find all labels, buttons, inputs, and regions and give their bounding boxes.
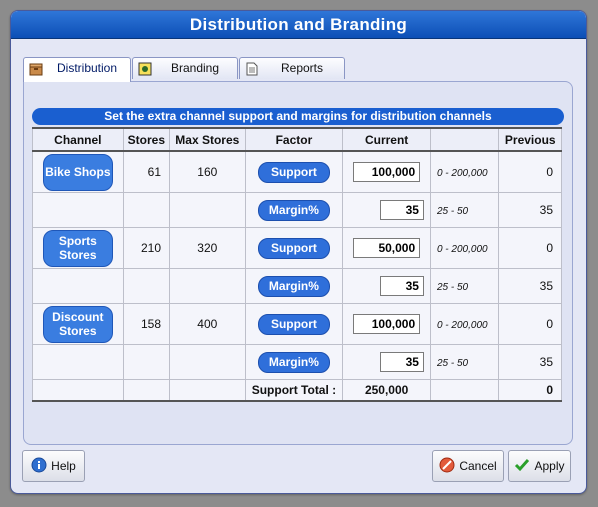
table-header-row: Channel Stores Max Stores Factor Current… [32, 127, 562, 152]
stores-value: 210 [122, 227, 171, 269]
table-row: Bike Shops 61 160 Support 0 - 200,000 0 [32, 150, 562, 193]
cancel-icon [439, 457, 455, 476]
col-current: Current [342, 127, 431, 152]
image-icon [138, 62, 152, 76]
margin-previous: 35 [498, 192, 562, 228]
checkmark-icon [514, 457, 530, 476]
table-row: Sports Stores 210 320 Support 0 - 200,00… [32, 227, 562, 269]
col-stores: Stores [122, 127, 171, 152]
margin-factor-button[interactable]: Margin% [257, 275, 330, 297]
margin-previous: 35 [498, 268, 562, 304]
margin-previous: 35 [498, 344, 562, 380]
apply-label: Apply [534, 459, 565, 473]
tab-reports-label: Reports [280, 61, 324, 75]
tab-distribution-label: Distribution [56, 61, 118, 75]
table-row: Margin% 25 - 50 35 [32, 192, 562, 228]
margin-factor-button[interactable]: Margin% [257, 199, 330, 221]
channel-button-sports-stores[interactable]: Sports Stores [42, 229, 113, 267]
support-total-label: Support Total : [244, 379, 344, 402]
support-previous: 0 [498, 227, 562, 269]
help-button[interactable]: Help [22, 450, 85, 482]
channel-button-discount-stores[interactable]: Discount Stores [42, 305, 113, 343]
distribution-table: Channel Stores Max Stores Factor Current… [32, 127, 562, 402]
max-stores-value: 160 [169, 150, 246, 193]
tab-branding[interactable]: Branding [132, 57, 238, 79]
support-range: 0 - 200,000 [436, 168, 488, 179]
tab-distribution[interactable]: Distribution [23, 57, 131, 82]
support-input[interactable] [353, 238, 421, 258]
support-input[interactable] [353, 162, 421, 182]
document-icon [245, 62, 259, 76]
tab-branding-label: Branding [170, 61, 220, 75]
col-max-stores: Max Stores [169, 127, 246, 152]
max-stores-value: 320 [169, 227, 246, 269]
margin-input[interactable] [379, 200, 424, 220]
support-total-value: 250,000 [342, 379, 431, 402]
cancel-label: Cancel [459, 459, 497, 473]
info-icon [31, 457, 47, 476]
box-icon [29, 62, 43, 76]
col-previous: Previous [498, 127, 562, 152]
stores-value: 158 [122, 303, 171, 345]
support-range: 0 - 200,000 [436, 320, 488, 331]
margin-factor-button[interactable]: Margin% [257, 351, 330, 373]
distribution-panel: Set the extra channel support and margin… [23, 81, 573, 445]
support-previous: 0 [498, 303, 562, 345]
apply-button[interactable]: Apply [508, 450, 571, 482]
margin-range: 25 - 50 [436, 206, 469, 217]
col-factor: Factor [244, 127, 344, 152]
cancel-button[interactable]: Cancel [432, 450, 504, 482]
margin-range: 25 - 50 [436, 358, 469, 369]
margin-input[interactable] [379, 276, 424, 296]
max-stores-value: 400 [169, 303, 246, 345]
stores-value: 61 [122, 150, 171, 193]
support-factor-button[interactable]: Support [257, 313, 330, 335]
support-input[interactable] [353, 314, 421, 334]
total-row: Support Total : 250,000 0 [32, 379, 562, 402]
table-row: Discount Stores 158 400 Support 0 - 200,… [32, 303, 562, 345]
instructions-banner: Set the extra channel support and margin… [32, 108, 564, 125]
col-channel: Channel [32, 127, 124, 152]
support-previous: 0 [498, 150, 562, 193]
support-range: 0 - 200,000 [436, 244, 488, 255]
table-row: Margin% 25 - 50 35 [32, 268, 562, 304]
margin-range: 25 - 50 [436, 282, 469, 293]
col-range [429, 127, 500, 152]
distribution-dialog: Distribution and Branding Distribution B… [10, 10, 587, 494]
support-total-previous: 0 [498, 379, 562, 402]
support-factor-button[interactable]: Support [257, 237, 330, 259]
support-factor-button[interactable]: Support [257, 161, 330, 183]
table-row: Margin% 25 - 50 35 [32, 344, 562, 380]
help-label: Help [51, 459, 76, 473]
dialog-title: Distribution and Branding [11, 11, 586, 39]
tab-reports[interactable]: Reports [239, 57, 345, 79]
margin-input[interactable] [379, 352, 424, 372]
channel-button-bike-shops[interactable]: Bike Shops [42, 153, 113, 191]
